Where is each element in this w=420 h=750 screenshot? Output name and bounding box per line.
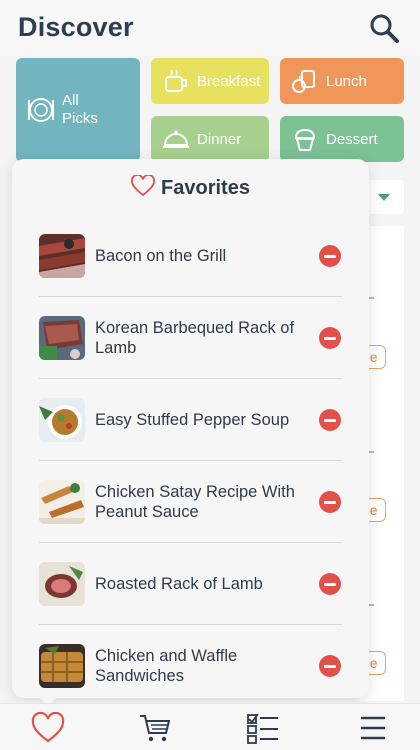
category-label: Breakfast	[197, 72, 261, 90]
list-divider	[369, 297, 374, 299]
favorite-name: Bacon on the Grill	[95, 247, 227, 265]
recipe-thumbnail	[39, 480, 85, 524]
coffee-icon	[165, 69, 187, 92]
search-icon[interactable]	[368, 12, 400, 44]
favorite-name: Easy Stuffed Pepper Soup	[95, 411, 290, 429]
recipe-thumbnail	[39, 316, 85, 360]
category-all-picks[interactable]: All Picks	[16, 58, 140, 162]
checklist-icon[interactable]	[246, 712, 280, 744]
favorites-header: Favorites	[12, 175, 369, 200]
tab-bar	[0, 703, 420, 750]
cloche-icon	[163, 130, 189, 148]
list-divider	[369, 604, 374, 606]
chevron-down-icon	[378, 194, 390, 201]
menu-icon[interactable]	[356, 712, 390, 744]
favorite-item[interactable]: Chicken Satay Recipe With Peanut Sauce	[12, 461, 369, 543]
list-divider	[369, 451, 374, 453]
favorite-item[interactable]: Korean Barbequed Rack of Lamb	[12, 297, 369, 379]
lunch-icon	[292, 70, 315, 93]
category-label: Lunch	[326, 72, 367, 90]
recipe-thumbnail	[39, 562, 85, 606]
remove-favorite-button[interactable]	[319, 409, 341, 431]
favorite-name: Roasted Rack of Lamb	[95, 575, 263, 593]
recipe-thumbnail	[39, 644, 85, 688]
category-breakfast[interactable]: Breakfast	[151, 58, 269, 104]
favorites-title: Favorites	[161, 177, 250, 199]
heart-icon[interactable]	[31, 712, 65, 744]
heart-icon	[131, 175, 155, 197]
page-title: Discover	[18, 12, 134, 42]
favorite-name: Korean Barbequed Rack of Lamb	[95, 319, 295, 357]
favorite-name: Chicken Satay Recipe With Peanut Sauce	[95, 483, 295, 521]
recipe-thumbnail	[39, 398, 85, 442]
favorite-item[interactable]: Easy Stuffed Pepper Soup	[12, 379, 369, 461]
favorite-item[interactable]: Bacon on the Grill	[12, 215, 369, 297]
category-lunch[interactable]: Lunch	[280, 58, 404, 104]
remove-favorite-button[interactable]	[319, 245, 341, 267]
favorite-item[interactable]: Roasted Rack of Lamb	[12, 543, 369, 625]
app-header: Discover	[0, 0, 420, 56]
recipe-thumbnail	[39, 234, 85, 278]
remove-favorite-button[interactable]	[319, 655, 341, 677]
category-label: Dinner	[197, 130, 242, 148]
cart-icon[interactable]	[138, 712, 172, 744]
category-dinner[interactable]: Dinner	[151, 116, 269, 162]
cupcake-icon	[294, 128, 316, 151]
category-label: All Picks	[62, 92, 98, 127]
favorites-popover: Favorites Bacon on the Grill Korean Barb…	[12, 159, 369, 698]
plate-icon	[28, 98, 54, 122]
remove-favorite-button[interactable]	[319, 327, 341, 349]
favorite-item[interactable]: Chicken and Waffle Sandwiches	[12, 625, 369, 698]
remove-favorite-button[interactable]	[319, 491, 341, 513]
category-label: Dessert	[326, 130, 378, 148]
favorite-name: Chicken and Waffle Sandwiches	[95, 647, 238, 685]
remove-favorite-button[interactable]	[319, 573, 341, 595]
category-dessert[interactable]: Dessert	[280, 116, 404, 162]
